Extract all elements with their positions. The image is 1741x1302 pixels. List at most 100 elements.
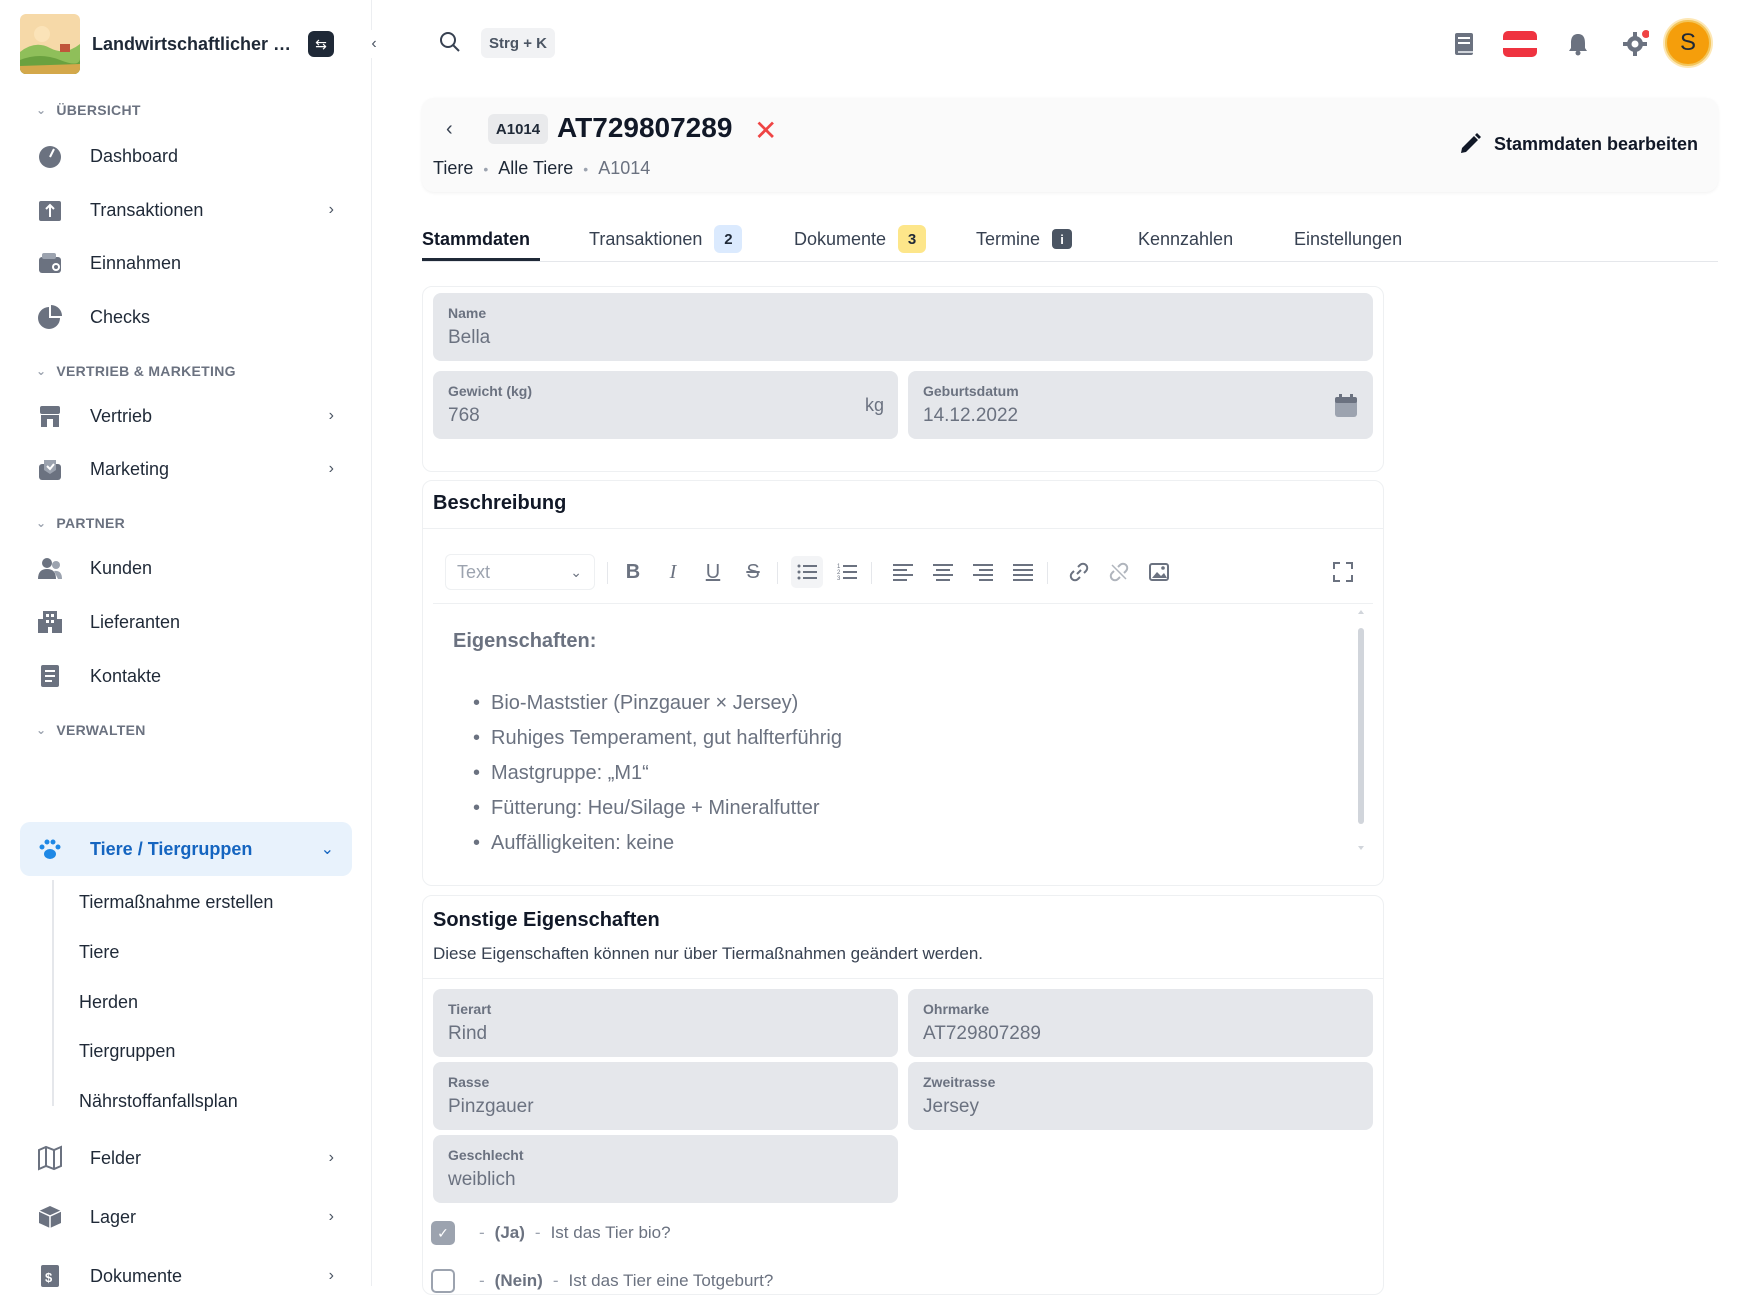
field-label: Gewicht (kg) <box>448 383 533 399</box>
edit-stammdaten-button[interactable]: Stammdaten bearbeiten <box>1458 132 1698 156</box>
editor-heading: Eigenschaften: <box>453 630 597 652</box>
gewicht-field[interactable]: Gewicht (kg) 768 kg <box>433 371 898 439</box>
name-field[interactable]: Name Bella <box>433 293 1373 361</box>
tab-transaktionen[interactable]: Transaktionen 2 <box>589 224 743 254</box>
sidebar-item-checks[interactable]: Checks <box>20 291 352 343</box>
sidebar-item-label: Dokumente <box>90 1265 183 1286</box>
tab-stammdaten[interactable]: Stammdaten <box>422 224 530 254</box>
rich-text-editor[interactable]: Eigenschaften: Bio-Maststier (Pinzgauer … <box>433 604 1373 854</box>
farm-logo <box>20 14 80 74</box>
sidebar-item-felder[interactable]: Felder › <box>20 1132 352 1184</box>
separator: - <box>479 1271 485 1290</box>
link-icon[interactable] <box>1063 556 1095 588</box>
underline-icon[interactable]: U <box>697 556 729 588</box>
brand[interactable]: Landwirtschaftlicher Betrieb ⇆ <box>20 12 352 76</box>
align-justify-icon[interactable] <box>1007 556 1039 588</box>
check-state: (Nein) <box>494 1271 543 1290</box>
transfer-icon <box>36 196 64 224</box>
numbered-list-icon[interactable]: 123 <box>831 556 863 588</box>
breadcrumb-tiere[interactable]: Tiere <box>433 158 473 179</box>
check-question: Ist das Tier eine Totgeburt? <box>568 1271 774 1290</box>
gear-icon[interactable] <box>1615 22 1655 66</box>
geschlecht-field: Geschlecht weiblich <box>433 1135 898 1203</box>
sidebar-item-label: Vertrieb <box>90 405 153 426</box>
collapse-sidebar-button[interactable]: ‹ <box>362 30 386 58</box>
align-right-icon[interactable] <box>967 556 999 588</box>
sidebar-item-marketing[interactable]: Marketing › <box>20 443 352 495</box>
subnav-item-naehrstoffanfallsplan[interactable]: Nährstoffanfallsplan <box>79 1091 238 1112</box>
subnav-item-herden[interactable]: Herden <box>79 992 138 1013</box>
sidebar-item-einnahmen[interactable]: Einnahmen <box>20 237 352 289</box>
sidebar-item-tiere-tiergruppen[interactable]: Tiere / Tiergruppen ⌄ <box>20 822 352 876</box>
tab-kennzahlen[interactable]: Kennzahlen <box>1138 224 1233 254</box>
sidebar-item-dashboard[interactable]: Dashboard <box>20 130 352 182</box>
bullet-list-icon[interactable] <box>791 556 823 588</box>
geburtsdatum-field[interactable]: Geburtsdatum 14.12.2022 <box>908 371 1373 439</box>
sidebar-item-vertrieb[interactable]: Vertrieb › <box>20 390 352 442</box>
strikethrough-icon[interactable]: S <box>737 556 769 588</box>
calendar-icon[interactable] <box>1333 393 1359 424</box>
sonstige-subtitle: Diese Eigenschaften können nur über Tier… <box>433 944 984 963</box>
subnav-item-tiergruppen[interactable]: Tiergruppen <box>79 1041 175 1062</box>
back-button[interactable]: ‹ <box>446 118 453 141</box>
active-tab-indicator <box>422 258 540 261</box>
contacts-icon <box>36 662 64 690</box>
search-shortcut[interactable]: Strg + K <box>481 28 555 58</box>
section-uebersicht[interactable]: ⌄ ÜBERSICHT <box>36 102 141 118</box>
users-icon <box>36 554 64 582</box>
sidebar-item-transaktionen[interactable]: Transaktionen › <box>20 184 352 236</box>
list-item: Auffälligkeiten: keine <box>473 826 842 854</box>
tab-einstellungen[interactable]: Einstellungen <box>1294 224 1402 254</box>
bold-icon[interactable]: B <box>617 556 649 588</box>
format-select[interactable]: Text ⌄ <box>445 554 595 590</box>
edit-label: Stammdaten bearbeiten <box>1494 133 1699 154</box>
sidebar-item-label: Kontakte <box>90 665 162 686</box>
sidebar-item-kontakte[interactable]: Kontakte <box>20 650 352 702</box>
tab-termine[interactable]: Termine i <box>976 224 1073 254</box>
section-vertrieb-marketing[interactable]: ⌄ VERTRIEB & MARKETING <box>36 363 236 379</box>
bell-icon[interactable] <box>1558 22 1598 66</box>
sidebar-item-label: Lager <box>90 1206 137 1227</box>
chevron-down-icon: ⌄ <box>36 364 47 378</box>
editor-scrollbar[interactable] <box>1356 608 1366 852</box>
separator: - <box>534 1223 541 1242</box>
fullscreen-icon[interactable] <box>1327 556 1359 588</box>
tab-dokumente[interactable]: Dokumente 3 <box>794 224 927 254</box>
chevron-right-icon: › <box>328 1149 334 1166</box>
section-label: ÜBERSICHT <box>56 102 141 118</box>
subnav-item-tiermassnahme[interactable]: Tiermaßnahme erstellen <box>79 892 273 913</box>
breadcrumb-alle-tiere[interactable]: Alle Tiere <box>498 158 573 179</box>
close-icon[interactable]: ✕ <box>754 114 777 147</box>
building-icon <box>36 608 64 636</box>
sidebar-item-lieferanten[interactable]: Lieferanten <box>20 596 352 648</box>
toolbar-separator <box>777 562 778 584</box>
section-partner[interactable]: ⌄ PARTNER <box>36 515 125 531</box>
tab-label: Stammdaten <box>422 228 531 249</box>
austria-flag-icon[interactable] <box>1500 22 1540 66</box>
sidebar-item-label: Felder <box>90 1147 142 1168</box>
gauge-icon <box>36 142 64 170</box>
align-center-icon[interactable] <box>927 556 959 588</box>
checkbox-checked: ✓ <box>431 1221 455 1245</box>
section-verwalten[interactable]: ⌄ VERWALTEN <box>36 722 146 738</box>
user-avatar[interactable]: S <box>1665 20 1711 66</box>
book-icon[interactable] <box>1444 22 1484 66</box>
section-label: PARTNER <box>56 515 126 531</box>
align-left-icon[interactable] <box>887 556 919 588</box>
totgeburt-checkbox-row: - (Nein) - Ist das Tier eine Totgeburt? <box>431 1269 773 1293</box>
search-icon[interactable] <box>438 30 462 54</box>
sidebar-item-lager[interactable]: Lager › <box>20 1191 352 1243</box>
field-value: Bella <box>448 327 491 348</box>
sidebar-item-dokumente[interactable]: $ Dokumente › <box>20 1250 352 1302</box>
bio-checkbox-row: ✓ - (Ja) - Ist das Tier bio? <box>431 1221 671 1245</box>
unlink-icon[interactable] <box>1103 556 1135 588</box>
switch-icon[interactable]: ⇆ <box>308 31 334 57</box>
svg-text:$: $ <box>45 1270 53 1285</box>
sidebar-item-kunden[interactable]: Kunden <box>20 542 352 594</box>
image-icon[interactable] <box>1143 556 1175 588</box>
check-question: Ist das Tier bio? <box>550 1223 671 1242</box>
ohrmarke-field: Ohrmarke AT729807289 <box>908 989 1373 1057</box>
italic-icon[interactable]: I <box>657 556 689 588</box>
subnav-item-tiere[interactable]: Tiere <box>79 942 119 963</box>
page-title: AT729807289 <box>557 112 733 143</box>
